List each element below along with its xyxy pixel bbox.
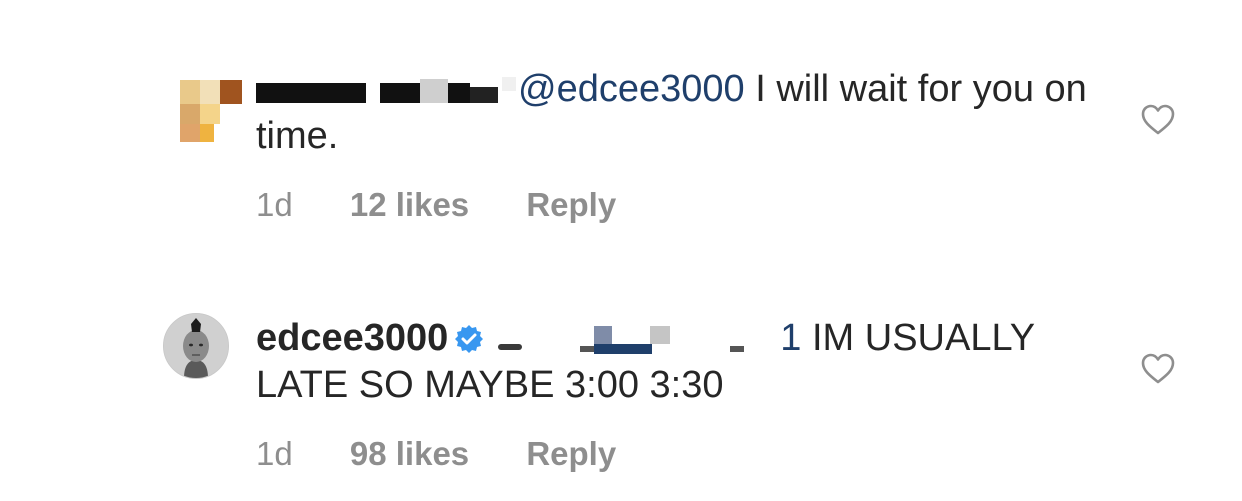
like-heart-icon[interactable] [1141,353,1175,385]
avatar[interactable] [163,313,229,379]
comment-meta: 1d 98 likes Reply [256,435,664,473]
likes-count[interactable]: 98 likes [350,435,469,472]
username-link[interactable]: edcee3000 [256,317,448,359]
like-heart-icon[interactable] [1141,104,1175,136]
comment-meta: 1d 12 likes Reply [256,186,664,224]
comment-text: edcee3000 1 IM USUALLY LATE SO MAYBE 3:0… [256,315,1096,409]
comment-text: @edcee3000 I will wait for you on time. [256,66,1096,160]
likes-count[interactable]: 12 likes [350,186,469,223]
redacted-mention [490,320,780,360]
verified-badge-icon [454,319,484,353]
timestamp: 1d [256,186,293,223]
mention-link[interactable]: 1 [780,317,801,359]
mention-link[interactable]: @edcee3000 [518,68,745,110]
timestamp: 1d [256,435,293,472]
redacted-username [256,71,518,111]
reply-button[interactable]: Reply [526,186,616,223]
reply-button[interactable]: Reply [526,435,616,472]
avatar[interactable] [180,80,242,142]
